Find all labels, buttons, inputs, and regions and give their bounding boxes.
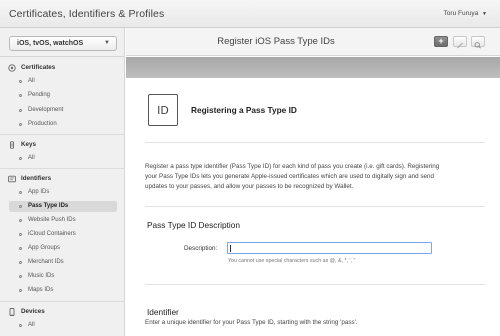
sidebar-item-label: iCloud Containers bbox=[28, 231, 76, 237]
bullet-icon bbox=[19, 123, 22, 126]
sidebar-item-label: Development bbox=[28, 107, 64, 113]
sidebar-item-certificates-development[interactable]: Development bbox=[9, 105, 117, 116]
pencil-icon bbox=[457, 42, 463, 49]
bullet-icon bbox=[19, 94, 22, 97]
identifier-description: Enter a unique identifier for your Pass … bbox=[145, 319, 358, 326]
bullet-icon bbox=[19, 191, 22, 194]
user-name: Toru Furuya bbox=[443, 10, 479, 17]
sidebar-item-label: Pass Type IDs bbox=[28, 203, 69, 209]
divider bbox=[0, 134, 125, 135]
bullet-icon bbox=[19, 109, 22, 112]
sidebar-item-certificates-production[interactable]: Production bbox=[9, 119, 117, 130]
description-hint: You cannot use special characters such a… bbox=[228, 258, 356, 264]
platform-select-value: iOS, tvOS, watchOS bbox=[17, 40, 84, 47]
sidebar-group-label: Identifiers bbox=[21, 175, 52, 182]
app-title: Certificates, Identifiers & Profiles bbox=[9, 8, 165, 20]
text-caret bbox=[230, 245, 231, 252]
bullet-icon bbox=[19, 324, 22, 327]
user-menu[interactable]: Toru Furuya ▼ bbox=[444, 10, 487, 17]
bullet-icon bbox=[19, 219, 22, 222]
sidebar-item-devices-all[interactable]: All bbox=[9, 320, 117, 331]
sidebar-item-label: App IDs bbox=[28, 189, 50, 195]
description-label: Description: bbox=[184, 245, 218, 252]
divider bbox=[145, 206, 485, 207]
divider bbox=[145, 142, 485, 143]
header-band bbox=[126, 57, 500, 78]
section-heading: Registering a Pass Type ID bbox=[191, 105, 297, 115]
sidebar-item-certificates-pending[interactable]: Pending bbox=[9, 90, 117, 101]
description-section-heading: Pass Type ID Description bbox=[147, 220, 240, 230]
bullet-icon bbox=[19, 205, 22, 208]
chevron-down-icon: ▼ bbox=[104, 40, 110, 46]
sidebar-item-label: Production bbox=[28, 121, 57, 127]
bullet-icon bbox=[19, 275, 22, 278]
sidebar-item-keys-all[interactable]: All bbox=[9, 153, 117, 164]
id-card-icon: ID bbox=[148, 94, 178, 126]
certificate-icon bbox=[8, 64, 16, 72]
sidebar-group-devices: Devices bbox=[0, 305, 125, 318]
divider bbox=[0, 301, 125, 302]
intro-text: Register a pass type identifier (Pass Ty… bbox=[145, 163, 440, 190]
sidebar-item-label: Music IDs bbox=[28, 273, 55, 279]
edit-button[interactable] bbox=[453, 36, 467, 49]
sidebar-item-label: Website Push IDs bbox=[28, 217, 76, 223]
sidebar-item-pass-type-ids[interactable]: Pass Type IDs bbox=[9, 201, 117, 212]
sidebar-item-label: Maps IDs bbox=[28, 287, 54, 293]
sidebar-group-label: Certificates bbox=[21, 64, 56, 71]
bullet-icon bbox=[19, 289, 22, 292]
sidebar-item-label: Merchant IDs bbox=[28, 259, 64, 265]
bullet-icon bbox=[19, 233, 22, 236]
search-icon bbox=[474, 42, 481, 49]
page-header: Register iOS Pass Type IDs + bbox=[126, 28, 500, 56]
sidebar-item-music-ids[interactable]: Music IDs bbox=[9, 271, 117, 282]
platform-select[interactable]: iOS, tvOS, watchOS ▼ bbox=[9, 36, 117, 51]
identifier-icon bbox=[8, 175, 16, 183]
sidebar-group-label: Devices bbox=[21, 308, 45, 315]
sidebar-group-keys: Keys bbox=[0, 138, 125, 151]
sidebar-item-label: Pending bbox=[28, 92, 51, 98]
sidebar-group-label: Keys bbox=[21, 141, 37, 148]
add-button[interactable]: + bbox=[434, 36, 448, 47]
page-title: Register iOS Pass Type IDs bbox=[217, 36, 335, 47]
bullet-icon bbox=[19, 247, 22, 250]
device-icon bbox=[9, 308, 15, 316]
sidebar-item-label: All bbox=[28, 78, 35, 84]
divider bbox=[0, 168, 125, 169]
top-bar: Certificates, Identifiers & Profiles Tor… bbox=[0, 0, 500, 28]
bullet-icon bbox=[19, 80, 22, 83]
divider bbox=[0, 56, 125, 57]
divider bbox=[145, 284, 485, 285]
sidebar-group-certificates: Certificates bbox=[0, 61, 125, 74]
sidebar-group-identifiers: Identifiers bbox=[0, 172, 125, 185]
sidebar-item-label: App Groups bbox=[28, 245, 61, 251]
sidebar-item-app-ids[interactable]: App IDs bbox=[9, 187, 117, 198]
sidebar-item-label: All bbox=[28, 155, 35, 161]
plus-icon: + bbox=[438, 36, 444, 46]
description-field[interactable] bbox=[227, 242, 432, 254]
sidebar-item-certificates-all[interactable]: All bbox=[9, 76, 117, 87]
bullet-icon bbox=[19, 261, 22, 264]
sidebar-item-maps-ids[interactable]: Maps IDs bbox=[9, 285, 117, 296]
bullet-icon bbox=[19, 157, 22, 160]
sidebar-item-merchant-ids[interactable]: Merchant IDs bbox=[9, 257, 117, 268]
key-icon bbox=[10, 141, 14, 149]
identifier-section-heading: Identifier bbox=[147, 307, 179, 317]
sidebar-item-app-groups[interactable]: App Groups bbox=[9, 243, 117, 254]
sidebar-item-website-push-ids[interactable]: Website Push IDs bbox=[9, 215, 117, 226]
id-card-icon-label: ID bbox=[157, 104, 169, 117]
sidebar-item-label: All bbox=[28, 322, 35, 328]
sidebar-item-icloud-containers[interactable]: iCloud Containers bbox=[9, 229, 117, 240]
sidebar: iOS, tvOS, watchOS ▼ Certificates All Pe… bbox=[0, 28, 125, 336]
search-button[interactable] bbox=[471, 36, 485, 49]
user-menu-caret-icon: ▼ bbox=[482, 11, 487, 17]
